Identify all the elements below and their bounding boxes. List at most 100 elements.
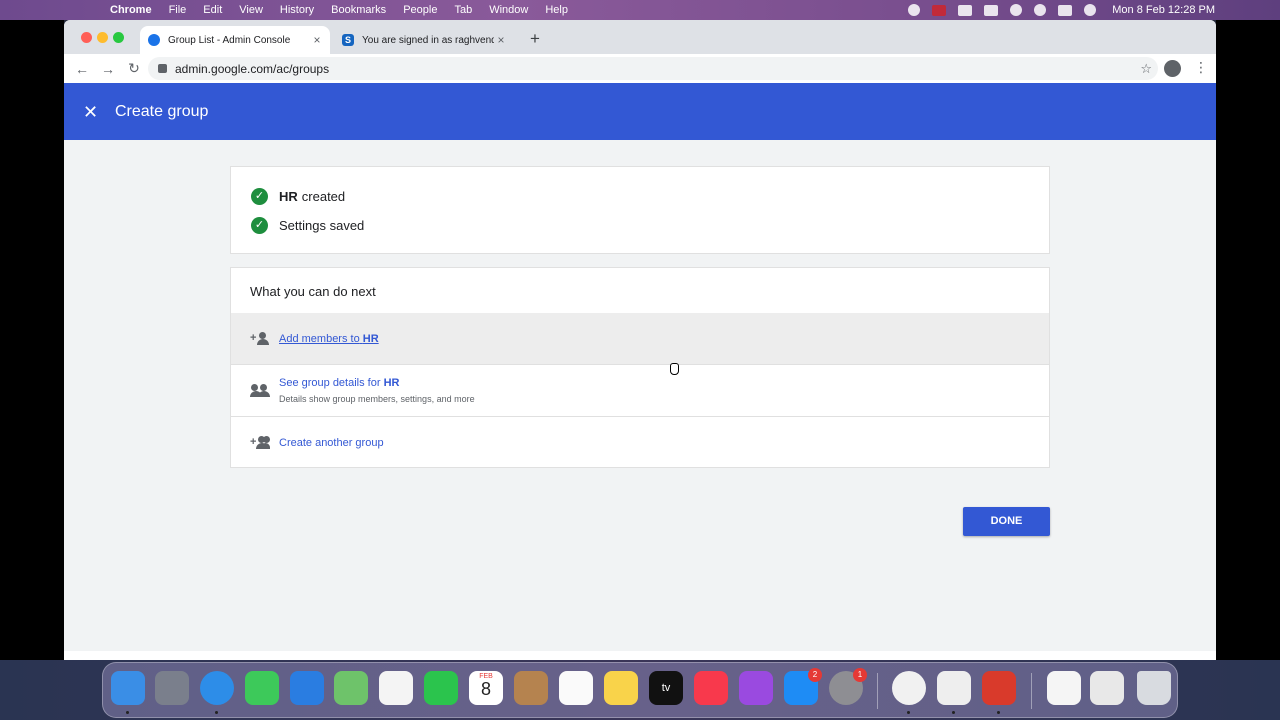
lock-icon[interactable]	[158, 64, 167, 73]
trash-icon[interactable]	[1137, 671, 1171, 705]
group-details-row[interactable]: See group details for HR Details show gr…	[231, 364, 1049, 416]
dock-separator	[877, 673, 878, 709]
group-icon	[250, 383, 270, 398]
menu-help[interactable]: Help	[545, 4, 568, 16]
hand-cursor-icon	[670, 363, 679, 375]
tab-signed-in[interactable]: S You are signed in as raghvendra ×	[334, 26, 514, 54]
running-indicator	[907, 711, 910, 714]
reload-icon[interactable]: ↻	[121, 60, 147, 77]
created-text: created	[301, 189, 346, 204]
running-indicator	[126, 711, 129, 714]
browser-window: Group List - Admin Console × S You are s…	[64, 20, 1216, 660]
keyboard-icon[interactable]	[958, 4, 973, 16]
notes-icon[interactable]	[604, 671, 638, 705]
settings-saved-text: Settings saved	[279, 218, 365, 233]
launchpad-icon[interactable]	[155, 671, 189, 705]
apple-tv-icon[interactable]: tv	[649, 671, 683, 705]
tab-close-icon[interactable]: ×	[494, 33, 508, 47]
running-indicator	[952, 711, 955, 714]
spotlight-icon[interactable]	[1034, 4, 1047, 16]
contacts-icon[interactable]	[514, 671, 548, 705]
downloads-stack-icon[interactable]	[1090, 671, 1124, 705]
group-add-icon: +	[250, 435, 270, 450]
next-steps-title: What you can do next	[250, 284, 376, 299]
page-footer	[64, 651, 1216, 660]
messages-icon[interactable]	[245, 671, 279, 705]
app-bar: ✕ Create group	[64, 83, 1216, 140]
person-add-icon: +	[250, 331, 270, 346]
tab-close-icon[interactable]: ×	[310, 33, 324, 47]
siri-icon[interactable]	[1084, 4, 1097, 16]
tab-group-list[interactable]: Group List - Admin Console ×	[140, 26, 330, 54]
s-favicon-icon: S	[342, 34, 354, 46]
window-minimize-button[interactable]	[97, 32, 108, 43]
menu-history[interactable]: History	[280, 4, 314, 16]
profile-avatar-icon[interactable]	[1164, 60, 1181, 77]
menu-view[interactable]: View	[239, 4, 263, 16]
calendar-icon[interactable]: FEB 8	[469, 671, 503, 705]
safari-icon[interactable]	[200, 671, 234, 705]
facetime-icon[interactable]	[424, 671, 458, 705]
create-another-group-link[interactable]: Create another group	[279, 437, 384, 449]
group-details-link[interactable]: See group details for HR	[279, 377, 475, 389]
chrome-icon[interactable]	[892, 671, 926, 705]
photos-icon[interactable]	[379, 671, 413, 705]
back-arrow-icon[interactable]: ←	[69, 61, 95, 77]
new-tab-icon[interactable]: +	[530, 29, 540, 49]
check-circle-icon: ✓	[251, 217, 268, 234]
add-members-link[interactable]: Add members to HR	[279, 333, 379, 345]
group-created-row: ✓ HR created	[251, 188, 345, 205]
bookmark-star-icon[interactable]: ☆	[1140, 61, 1152, 77]
menu-clock[interactable]: Mon 8 Feb 12:28 PM	[1112, 4, 1215, 16]
menu-file[interactable]: File	[169, 4, 187, 16]
admin-page: ✕ Create group ✓ HR created ✓ Settings s…	[64, 83, 1216, 660]
control-center-icon[interactable]	[1058, 4, 1073, 16]
wifi-icon[interactable]	[1010, 4, 1023, 16]
window-close-button[interactable]	[81, 32, 92, 43]
next-steps-card: What you can do next + Add members to HR	[230, 267, 1050, 468]
calendar-day: 8	[480, 679, 491, 699]
running-indicator	[997, 711, 1000, 714]
music-icon[interactable]	[694, 671, 728, 705]
menu-people[interactable]: People	[403, 4, 437, 16]
textedit-icon[interactable]	[937, 671, 971, 705]
app-status-icon[interactable]	[932, 4, 947, 16]
running-indicator	[215, 711, 218, 714]
desktop-background	[0, 20, 64, 660]
podcasts-icon[interactable]	[739, 671, 773, 705]
record-icon[interactable]	[908, 4, 921, 16]
menu-edit[interactable]: Edit	[203, 4, 222, 16]
status-card: ✓ HR created ✓ Settings saved	[230, 166, 1050, 254]
remote-desktop-icon[interactable]	[982, 671, 1016, 705]
app-store-badge: 2	[808, 668, 822, 682]
tab-title: You are signed in as raghvendra	[362, 34, 494, 46]
menu-tab[interactable]: Tab	[454, 4, 472, 16]
browser-toolbar: ← → ↻ admin.google.com/ac/groups ☆ ⋮	[64, 54, 1216, 83]
tab-strip: Group List - Admin Console × S You are s…	[64, 20, 1216, 54]
close-icon[interactable]: ✕	[83, 103, 98, 121]
menu-bookmarks[interactable]: Bookmarks	[331, 4, 386, 16]
mail-icon[interactable]	[290, 671, 324, 705]
maps-icon[interactable]	[334, 671, 368, 705]
window-zoom-button[interactable]	[113, 32, 124, 43]
reminders-icon[interactable]	[559, 671, 593, 705]
finder-icon[interactable]	[111, 671, 145, 705]
check-circle-icon: ✓	[251, 188, 268, 205]
menu-window[interactable]: Window	[489, 4, 528, 16]
desktop-background-right	[1216, 20, 1280, 660]
url-text[interactable]: admin.google.com/ac/groups	[175, 62, 329, 76]
battery-icon[interactable]	[984, 4, 999, 16]
system-preferences-badge: 1	[853, 668, 867, 682]
forward-arrow-icon[interactable]: →	[95, 61, 121, 77]
group-name: HR	[279, 189, 298, 204]
document-icon[interactable]	[1047, 671, 1081, 705]
create-another-row[interactable]: + Create another group	[231, 416, 1049, 468]
add-members-row[interactable]: + Add members to HR	[231, 313, 1049, 364]
done-button[interactable]: DONE	[963, 507, 1050, 536]
settings-saved-row: ✓ Settings saved	[251, 217, 364, 234]
more-vert-icon[interactable]: ⋮	[1194, 59, 1208, 76]
address-bar[interactable]: admin.google.com/ac/groups ☆	[148, 57, 1158, 80]
page-title: Create group	[115, 102, 209, 120]
menu-app-name[interactable]: Chrome	[110, 4, 152, 16]
macos-dock: FEB 8 tv 2 1	[102, 662, 1178, 718]
